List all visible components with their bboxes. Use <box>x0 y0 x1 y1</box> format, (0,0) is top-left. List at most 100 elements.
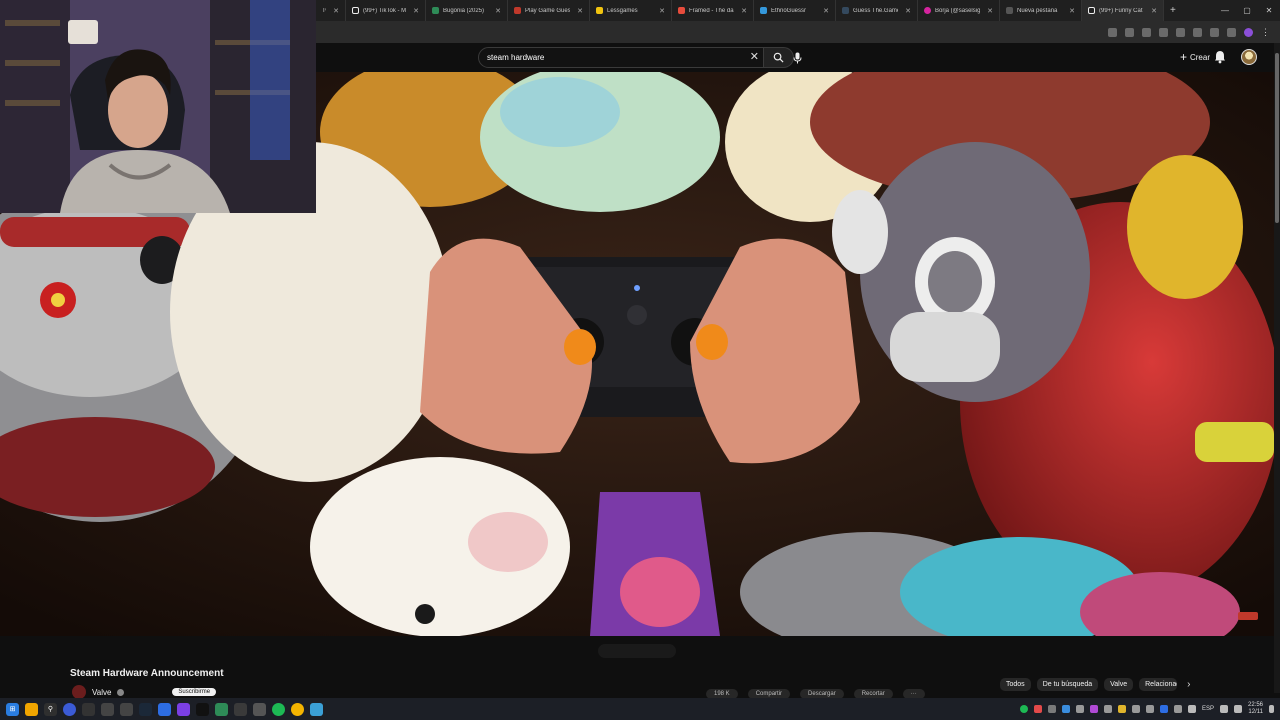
subscribe-button[interactable]: Suscribirme <box>172 688 217 696</box>
close-icon[interactable]: ✕ <box>1151 7 1157 15</box>
tiktok-icon <box>1088 7 1095 14</box>
volume-icon[interactable] <box>1233 705 1242 713</box>
chip-related[interactable]: Relacionad <box>1139 678 1178 691</box>
minimize-button[interactable]: — <box>1214 0 1236 21</box>
video-details: Steam Hardware Announcement Valve Suscri… <box>0 636 1274 699</box>
browser-tab[interactable]: Guess The.Game ✕ <box>836 0 918 21</box>
browser-tab[interactable]: Play Game Guess ✕ <box>508 0 590 21</box>
app-icon[interactable] <box>63 702 76 716</box>
network-icon[interactable] <box>1219 705 1228 713</box>
tray-icon[interactable] <box>1131 705 1140 713</box>
scrollbar-thumb[interactable] <box>1275 53 1279 223</box>
bookmark-star-icon[interactable] <box>1125 27 1134 37</box>
create-label: Crear <box>1189 52 1210 62</box>
page-scrollbar[interactable] <box>1274 43 1280 693</box>
plus-icon: + <box>1179 50 1187 64</box>
app-icon[interactable] <box>101 702 114 716</box>
clear-search-icon[interactable]: ✕ <box>750 50 759 63</box>
extension-icon[interactable] <box>1159 27 1168 37</box>
file-explorer-icon[interactable] <box>25 702 38 716</box>
channel-name[interactable]: Valve <box>92 688 111 697</box>
close-icon[interactable]: ✕ <box>577 7 583 15</box>
close-icon[interactable]: ✕ <box>1069 7 1075 15</box>
extension-icon[interactable] <box>1227 27 1236 37</box>
chip-valve[interactable]: Valve <box>1104 678 1134 691</box>
microphone-icon <box>793 52 801 63</box>
browser-tab[interactable]: EthnoGuessr ✕ <box>754 0 836 21</box>
site-favicon-icon <box>678 7 685 14</box>
extension-icon[interactable] <box>1210 27 1219 37</box>
tray-icon[interactable] <box>1047 705 1056 713</box>
tray-icon[interactable] <box>1159 705 1168 713</box>
close-icon[interactable]: ✕ <box>659 7 665 15</box>
browser-tab[interactable]: Tw ✕ <box>316 0 346 21</box>
streamer-webcam-image <box>0 0 316 213</box>
search-icon[interactable]: ⚲ <box>44 702 57 716</box>
app-icon[interactable] <box>158 702 171 716</box>
extension-icon[interactable] <box>1176 27 1185 37</box>
spotify-icon[interactable] <box>272 702 285 716</box>
browser-tab[interactable]: Bugonia (2025) ✕ <box>426 0 508 21</box>
steam-icon[interactable] <box>139 702 152 716</box>
search-input[interactable]: steam hardware ✕ <box>478 47 764 68</box>
voice-search-button[interactable] <box>786 47 808 68</box>
browser-tab[interactable]: (99+) TikTok - Ma ✕ <box>346 0 426 21</box>
app-icon[interactable] <box>253 702 266 716</box>
close-icon[interactable]: ✕ <box>495 7 501 15</box>
tray-icon[interactable] <box>1033 705 1042 713</box>
tray-icon[interactable] <box>1075 705 1084 713</box>
tiktok-icon <box>352 7 359 14</box>
system-tray: ESP 22:56 12/11 <box>1019 698 1274 720</box>
account-avatar[interactable] <box>1241 49 1257 65</box>
tray-icon[interactable] <box>1019 705 1028 713</box>
tray-icon[interactable] <box>1173 705 1182 713</box>
new-tab-button[interactable]: + <box>1164 5 1182 16</box>
channel-avatar[interactable] <box>72 685 86 699</box>
tray-icon[interactable] <box>1117 705 1126 713</box>
app-icon[interactable] <box>82 702 95 716</box>
browser-tab[interactable]: Nueva pestaña ✕ <box>1000 0 1082 21</box>
chip-all[interactable]: Todos <box>1000 678 1031 691</box>
browser-tab[interactable]: Framed - The dai ✕ <box>672 0 754 21</box>
tray-icon[interactable] <box>1145 705 1154 713</box>
chevron-right-icon[interactable]: › <box>1187 679 1190 690</box>
close-window-button[interactable]: ✕ <box>1258 0 1280 21</box>
close-icon[interactable]: ✕ <box>413 7 419 15</box>
close-icon[interactable]: ✕ <box>823 7 829 15</box>
app-icon[interactable] <box>120 702 133 716</box>
taskbar-clock[interactable]: 22:56 12/11 <box>1248 702 1263 716</box>
tiktok-icon[interactable] <box>196 702 209 716</box>
chip-from-search[interactable]: De tu búsqueda <box>1036 678 1099 691</box>
site-favicon-icon <box>514 7 521 14</box>
app-icon[interactable] <box>310 702 323 716</box>
chrome-icon[interactable] <box>291 702 304 716</box>
extension-icon[interactable] <box>1142 27 1151 37</box>
close-icon[interactable]: ✕ <box>905 7 911 15</box>
tray-icon[interactable] <box>1187 705 1196 713</box>
close-icon[interactable]: ✕ <box>741 7 747 15</box>
instagram-icon <box>924 7 931 14</box>
profile-icon[interactable] <box>1244 27 1253 37</box>
tray-icon[interactable] <box>1061 705 1070 713</box>
browser-toolbar: ⋮ <box>316 21 1280 43</box>
close-icon[interactable]: ✕ <box>987 7 993 15</box>
close-icon[interactable]: ✕ <box>333 7 339 15</box>
webcam-overlay <box>0 0 316 213</box>
windows-start-icon[interactable]: ⊞ <box>6 702 19 716</box>
install-app-icon[interactable] <box>1108 27 1117 37</box>
app-icon[interactable] <box>177 702 190 716</box>
app-icon[interactable] <box>234 702 247 716</box>
puzzle-extensions-icon[interactable] <box>1193 27 1202 37</box>
browser-tab[interactable]: Borja (@saselsig ✕ <box>918 0 1000 21</box>
notifications-bell-icon[interactable] <box>1214 50 1226 64</box>
input-language[interactable]: ESP <box>1202 706 1214 712</box>
browser-menu-icon[interactable]: ⋮ <box>1261 27 1270 38</box>
tray-icon[interactable] <box>1103 705 1112 713</box>
tray-icon[interactable] <box>1089 705 1098 713</box>
create-button[interactable]: + Crear <box>1180 50 1210 64</box>
maximize-button[interactable]: ▢ <box>1236 0 1258 21</box>
browser-tab-active[interactable]: (99+) Funny Cat ✕ <box>1082 0 1164 21</box>
app-icon[interactable] <box>215 702 228 716</box>
notifications-icon[interactable] <box>1269 705 1274 713</box>
browser-tab[interactable]: Lessgames ✕ <box>590 0 672 21</box>
